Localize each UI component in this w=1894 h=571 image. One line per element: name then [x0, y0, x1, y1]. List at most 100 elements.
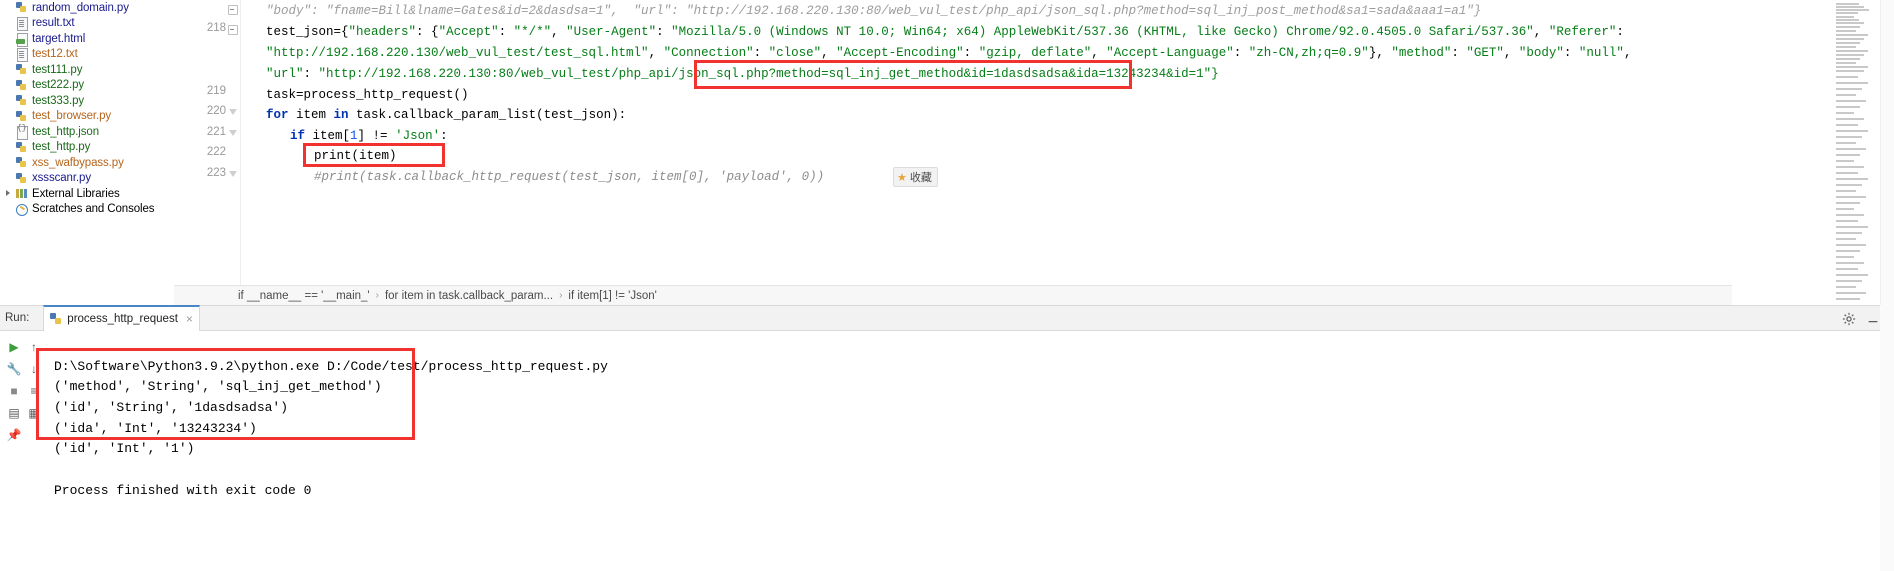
minimize-icon[interactable] — [1866, 312, 1880, 326]
code-token: "http://192.168.220.130/web_vul_test/tes… — [266, 46, 649, 60]
trash-icon[interactable]: ▦ — [24, 403, 44, 423]
minimap-line-mark — [1836, 106, 1860, 108]
minimap-line-mark — [1836, 34, 1868, 36]
code-line[interactable]: #print(task.callback_http_request(test_j… — [242, 167, 824, 188]
code-token: { — [341, 25, 349, 39]
gutter-divider — [240, 0, 241, 285]
breadcrumb[interactable]: if __name__ == '__main_' › for item in tas… — [174, 285, 1732, 305]
scroll-up-icon[interactable]: ↑ — [24, 337, 44, 357]
code-token: , — [1623, 46, 1632, 60]
code-line[interactable]: "url": "http://192.168.220.130:80/web_vu… — [242, 64, 1219, 85]
console-output[interactable]: D:\Software\Python3.9.2\python.exe D:/Co… — [46, 331, 1886, 571]
line-number: 222 — [206, 146, 226, 158]
code-content[interactable]: "body": "fname=Bill&lname=Gates&id=2&das… — [242, 0, 1732, 285]
print-icon[interactable]: ▤ — [4, 403, 24, 423]
code-line[interactable]: for item in task.callback_param_list(tes… — [242, 105, 626, 126]
tree-item-random-domain-py[interactable]: random_domain.py — [0, 0, 174, 16]
line-number: 220 — [206, 105, 226, 117]
code-fold-toggle-icon[interactable] — [228, 25, 238, 35]
minimap-line-mark — [1836, 262, 1864, 264]
pin-icon[interactable]: 📌 — [4, 425, 24, 445]
breadcrumb-item[interactable]: if item[1] != 'Json' — [568, 290, 656, 302]
line-number: 219 — [206, 85, 226, 97]
minimap-line-mark — [1836, 208, 1854, 210]
gear-icon[interactable] — [1842, 312, 1856, 326]
tree-item-test12-txt[interactable]: test12.txt — [0, 47, 174, 63]
minimap-line-mark — [1836, 154, 1860, 156]
wrench-icon[interactable]: 🔧 — [4, 359, 24, 379]
minimap-line-mark — [1836, 58, 1860, 60]
console-scrollbar[interactable] — [1880, 305, 1894, 571]
stop-icon[interactable]: ■ — [4, 381, 24, 401]
minimap-line-mark — [1836, 22, 1864, 24]
code-line[interactable]: print(item) — [242, 146, 397, 167]
code-fold-toggle-icon[interactable] — [228, 170, 238, 180]
tree-item-test222-py[interactable]: test222.py — [0, 78, 174, 94]
console-line: D:\Software\Python3.9.2\python.exe D:/Co… — [54, 359, 608, 374]
breadcrumb-item[interactable]: if __name__ == '__main_' — [238, 290, 370, 302]
tree-item-xss-wafbypass-py[interactable]: xss_wafbypass.py — [0, 155, 174, 171]
code-token: "Accept-Language" — [1106, 46, 1234, 60]
minimap-line-mark — [1836, 292, 1866, 294]
text-file-icon — [15, 48, 28, 63]
python-file-icon — [15, 79, 28, 92]
soft-wrap-icon[interactable]: ≡ — [24, 381, 44, 401]
tree-item-test-browser-py[interactable]: test_browser.py — [0, 109, 174, 125]
code-line[interactable]: task=process_http_request() — [242, 85, 469, 106]
minimap-line-mark — [1836, 118, 1864, 120]
tree-item-label: test_browser.py — [32, 110, 112, 123]
tree-item-target-html[interactable]: target.html — [0, 31, 174, 47]
minimap-line-mark — [1836, 244, 1866, 246]
code-token: in — [333, 108, 349, 122]
run-icon[interactable]: ▶ — [4, 337, 24, 357]
code-fold-toggle-icon[interactable] — [228, 108, 238, 118]
tree-item-label: test222.py — [32, 79, 85, 92]
code-line[interactable]: test_json={"headers": {"Accept": "*/*", … — [242, 22, 1624, 43]
breadcrumb-item[interactable]: for item in task.callback_param... — [385, 290, 553, 302]
tree-item-external-libraries[interactable]: External Libraries — [0, 186, 174, 202]
code-token: task.callback_param_list(test_json): — [348, 108, 627, 122]
project-tree[interactable]: random_domain.py result.txt target.html tes… — [0, 0, 174, 305]
code-token: "*/*" — [513, 25, 552, 39]
tree-item-label: test_http.py — [32, 141, 91, 154]
code-line[interactable]: if item[1] != 'Json': — [242, 126, 448, 147]
run-tab-process-http-request[interactable]: process_http_request × — [43, 305, 200, 331]
close-icon[interactable]: × — [186, 312, 193, 326]
tree-item-xssscanr-py[interactable]: xssscanr.py — [0, 171, 174, 187]
code-fold-toggle-icon[interactable] — [228, 5, 238, 15]
minimap-line-mark — [1836, 286, 1856, 288]
chevron-right-icon[interactable] — [4, 189, 13, 198]
code-token: item — [288, 108, 334, 122]
tree-item-scratches-and-consoles[interactable]: Scratches and Consoles — [0, 202, 174, 218]
tree-item-result-txt[interactable]: result.txt — [0, 16, 174, 32]
code-editor[interactable]: 218 219 220 221 222 223 "body": "fname=Bill&l… — [174, 0, 1732, 285]
minimap-line-mark — [1836, 66, 1868, 68]
python-file-icon — [15, 1, 28, 14]
minimap-line-mark — [1836, 226, 1868, 228]
code-token: 1 — [350, 129, 358, 143]
minimap-line-mark — [1836, 160, 1854, 162]
code-token: : { — [416, 25, 439, 39]
vertical-scrollbar[interactable] — [1880, 0, 1894, 305]
tree-item-test333-py[interactable]: test333.py — [0, 93, 174, 109]
run-toolbar[interactable]: ▶ ↑ 🔧 ↓ ■ ≡ ▤ ▦ 📌 — [0, 331, 40, 571]
code-line[interactable]: "http://192.168.220.130/web_vul_test/tes… — [242, 43, 1631, 64]
favorite-badge[interactable]: ★ 收藏 — [893, 167, 938, 187]
scroll-down-icon[interactable]: ↓ — [24, 359, 44, 379]
minimap-line-mark — [1836, 232, 1862, 234]
tree-item-test-http-py[interactable]: test_http.py — [0, 140, 174, 156]
minimap-line-mark — [1836, 82, 1868, 84]
code-fold-toggle-icon[interactable] — [228, 129, 238, 139]
tree-item-test-http-json[interactable]: test_http.json — [0, 124, 174, 140]
minimap-line-mark — [1836, 274, 1868, 276]
code-token: , — [1503, 46, 1519, 60]
breadcrumb-separator-icon: › — [375, 290, 379, 301]
console-line: ('method', 'String', 'sql_inj_get_method… — [54, 379, 382, 394]
code-token: : — [963, 46, 979, 60]
minimap-line-mark — [1836, 112, 1854, 114]
tree-item-test111-py[interactable]: test111.py — [0, 62, 174, 78]
tree-item-label: test111.py — [32, 63, 83, 76]
